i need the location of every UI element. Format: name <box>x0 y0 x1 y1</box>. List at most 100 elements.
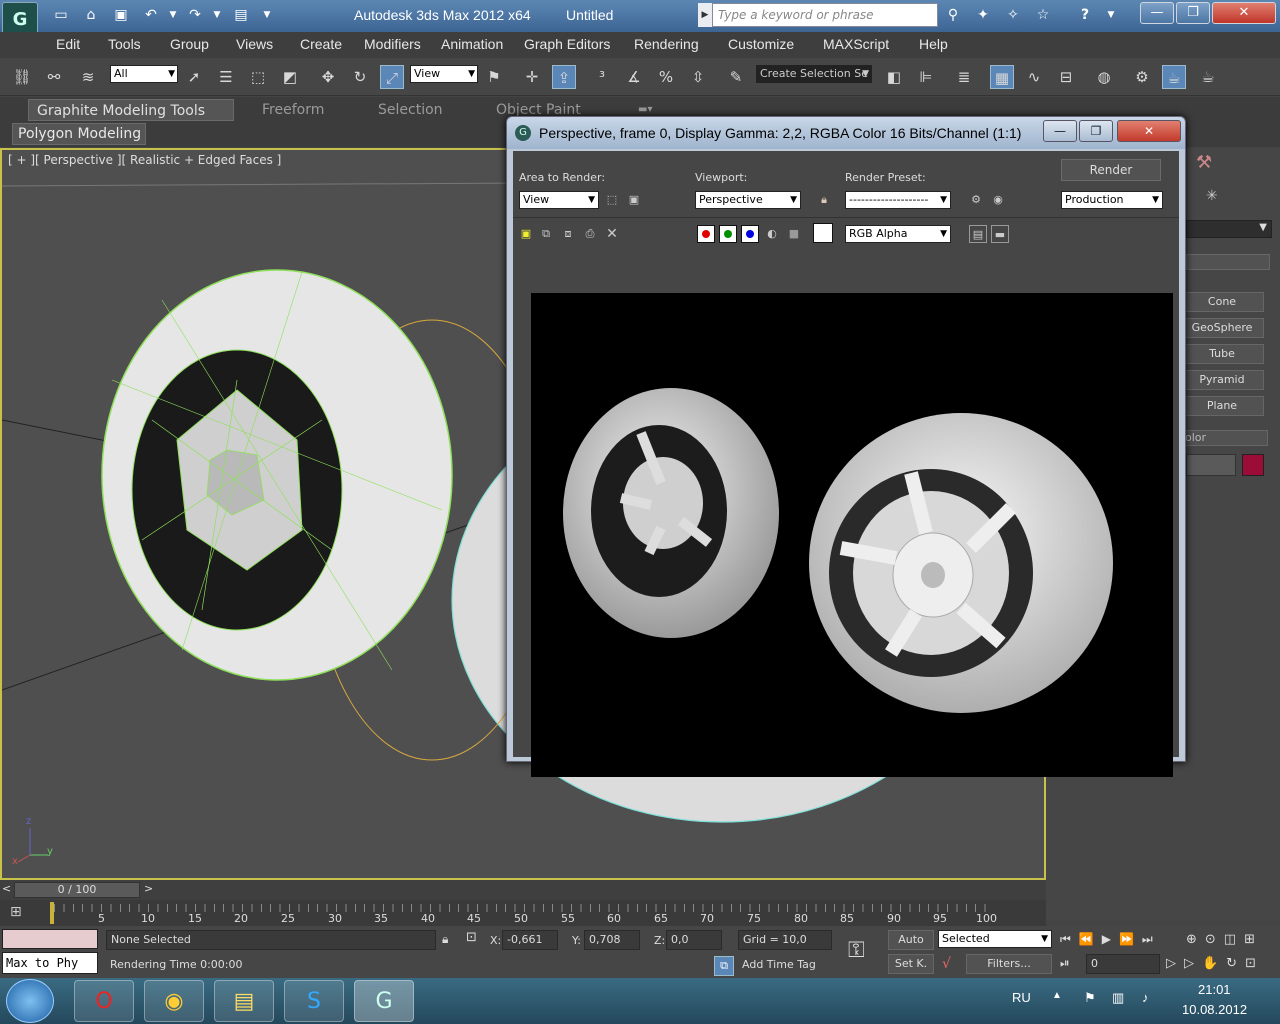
menu-group[interactable]: Group <box>170 36 209 52</box>
polygon-modeling-panel[interactable]: Polygon Modeling <box>12 123 146 145</box>
save-icon[interactable]: ▣ <box>110 5 132 25</box>
toggle-ui-icon[interactable]: ▬ <box>991 225 1009 243</box>
swatch-color[interactable] <box>813 223 833 243</box>
playback-controls[interactable]: ⏮⏪▶⏩⏭ <box>1060 932 1161 947</box>
plane-button[interactable]: Plane <box>1180 396 1264 416</box>
help-dropdown-icon[interactable]: ▼ <box>1100 5 1122 25</box>
keyboard-shortcut-override-icon[interactable]: ⇪ <box>552 65 576 89</box>
pyramid-button[interactable]: Pyramid <box>1180 370 1264 390</box>
x-coordinate-field[interactable]: -0,661 <box>502 930 558 950</box>
communication-center-icon[interactable]: ✧ <box>1002 5 1024 25</box>
search-input[interactable]: Type a keyword or phrase <box>712 3 938 27</box>
open-file-icon[interactable]: ⌂ <box>80 5 102 25</box>
volume-icon[interactable]: ♪ <box>1142 990 1149 1005</box>
menu-create[interactable]: Create <box>300 36 342 52</box>
systems-icon[interactable]: ✳ <box>1206 188 1218 204</box>
menu-tools[interactable]: Tools <box>108 36 141 52</box>
explorer-taskbar-icon[interactable]: ▤ <box>214 980 274 1022</box>
menu-edit[interactable]: Edit <box>56 36 80 52</box>
curve-editor-mini-icon[interactable]: ⊞ <box>10 904 22 920</box>
tab-freeform[interactable]: Freeform <box>254 99 332 121</box>
opera-taskbar-icon[interactable]: O <box>74 980 134 1022</box>
tray-expand-icon[interactable]: ▲ <box>1052 990 1062 1001</box>
favorites-star-icon[interactable]: ☆ <box>1032 5 1054 25</box>
z-coordinate-field[interactable]: 0,0 <box>666 930 722 950</box>
red-channel-toggle[interactable] <box>697 225 715 243</box>
name-color-rollout[interactable]: olor <box>1180 430 1268 446</box>
undo-icon[interactable]: ↶ <box>140 5 162 25</box>
mirror-icon[interactable]: ◧ <box>882 65 906 89</box>
layer-manager-icon[interactable]: ≣ <box>952 65 976 89</box>
select-and-rotate-icon[interactable]: ↻ <box>348 65 372 89</box>
select-manipulate-icon[interactable]: ✛ <box>520 65 544 89</box>
window-crossing-icon[interactable]: ◩ <box>278 65 302 89</box>
absolute-mode-icon[interactable]: ⊡ <box>466 930 477 945</box>
add-time-tag-button[interactable]: Add Time Tag <box>738 956 836 976</box>
render-window-close-button[interactable]: ✕ <box>1117 120 1181 142</box>
menu-views[interactable]: Views <box>236 36 273 52</box>
maxscript-input[interactable]: Max to Phy <box>2 952 98 974</box>
angle-snap-icon[interactable]: ∡ <box>622 65 646 89</box>
minimize-button[interactable]: — <box>1140 2 1174 24</box>
3dsmax-taskbar-icon[interactable]: G <box>354 980 414 1022</box>
production-dropdown[interactable]: Production ▼ <box>1061 191 1163 209</box>
print-image-icon[interactable]: ⎙ <box>581 225 599 243</box>
curve-editor-icon[interactable]: ∿ <box>1022 65 1046 89</box>
align-icon[interactable]: ⊫ <box>914 65 938 89</box>
render-setup-icon[interactable]: ⚙ <box>967 191 985 209</box>
auto-region-icon[interactable]: ▣ <box>625 191 643 209</box>
skype-taskbar-icon[interactable]: S <box>284 980 344 1022</box>
time-slider-prev-icon[interactable]: < <box>2 882 11 895</box>
select-and-move-icon[interactable]: ✥ <box>316 65 340 89</box>
time-slider[interactable]: 0 / 100 <box>14 882 140 898</box>
object-name-field[interactable] <box>1186 454 1236 476</box>
rectangular-selection-icon[interactable]: ⬚ <box>246 65 270 89</box>
tab-graphite-modeling-tools[interactable]: Graphite Modeling Tools <box>28 99 234 121</box>
redo-dropdown-icon[interactable]: ▼ <box>206 5 228 25</box>
menu-customize[interactable]: Customize <box>728 36 794 52</box>
alpha-channel-icon[interactable]: ◐ <box>763 225 781 243</box>
render-window-minimize-button[interactable]: — <box>1043 120 1077 142</box>
tube-button[interactable]: Tube <box>1180 344 1264 364</box>
clock-date[interactable]: 10.08.2012 <box>1182 1002 1247 1017</box>
track-bar[interactable]: ⊞ 5 10 15 20 25 30 35 40 45 50 55 60 65 … <box>0 900 1046 926</box>
named-selection-dropdown[interactable]: Create Selection Se ▼ <box>756 65 872 83</box>
maxscript-listener-mini[interactable] <box>2 929 98 949</box>
clock-time[interactable]: 21:01 <box>1198 982 1231 997</box>
auto-key-button[interactable]: Auto <box>888 930 934 950</box>
toggle-ui-overlay-icon[interactable]: ▤ <box>969 225 987 243</box>
select-and-link-icon[interactable]: ⛓ <box>10 65 34 89</box>
viewport-label[interactable]: [ + ][ Perspective ][ Realistic + Edged … <box>8 153 281 167</box>
undo-dropdown-icon[interactable]: ▼ <box>162 5 184 25</box>
unlink-icon[interactable]: ⚯ <box>42 65 66 89</box>
menu-graph-editors[interactable]: Graph Editors <box>524 36 610 52</box>
snaps-toggle-icon[interactable]: ³ <box>590 65 614 89</box>
current-frame-field[interactable]: 0 <box>1086 954 1160 974</box>
start-button[interactable] <box>6 979 54 1023</box>
pivot-center-icon[interactable]: ⚑ <box>482 65 506 89</box>
viewport-nav-controls-top[interactable]: ⊕⊙◫⊞ <box>1186 932 1263 947</box>
key-mode-toggle-icon[interactable]: ⏯ <box>1060 956 1070 971</box>
search-expand-icon[interactable]: ▶ <box>698 3 712 27</box>
maximize-button[interactable]: ❐ <box>1176 2 1210 24</box>
edit-named-selections-icon[interactable]: ✎ <box>724 65 748 89</box>
copy-image-icon[interactable]: ⧉ <box>537 225 555 243</box>
close-button[interactable]: ✕ <box>1212 2 1276 24</box>
geosphere-button[interactable]: GeoSphere <box>1180 318 1264 338</box>
monochrome-icon[interactable]: ■ <box>785 225 803 243</box>
selection-lock-icon[interactable]: 🔒︎ <box>442 932 448 947</box>
chrome-taskbar-icon[interactable]: ◉ <box>144 980 204 1022</box>
render-setup-icon[interactable]: ⚙ <box>1130 65 1154 89</box>
clear-icon[interactable]: ✕ <box>603 225 621 243</box>
render-window-titlebar[interactable]: G Perspective, frame 0, Display Gamma: 2… <box>507 117 1185 149</box>
set-key-icon[interactable]: ⚿ <box>848 938 865 963</box>
render-button[interactable]: Render <box>1061 159 1161 181</box>
environment-effects-icon[interactable]: ◉ <box>989 191 1007 209</box>
network-icon[interactable]: ▥ <box>1112 990 1124 1006</box>
clone-window-icon[interactable]: ⧈ <box>559 225 577 243</box>
quick-access-dropdown-icon[interactable]: ▼ <box>256 5 278 25</box>
category-dropdown[interactable]: ▼ <box>1186 220 1272 238</box>
viewport-dropdown[interactable]: Perspective ▼ <box>695 191 801 209</box>
area-to-render-dropdown[interactable]: View ▼ <box>519 191 599 209</box>
menu-help[interactable]: Help <box>919 36 948 52</box>
